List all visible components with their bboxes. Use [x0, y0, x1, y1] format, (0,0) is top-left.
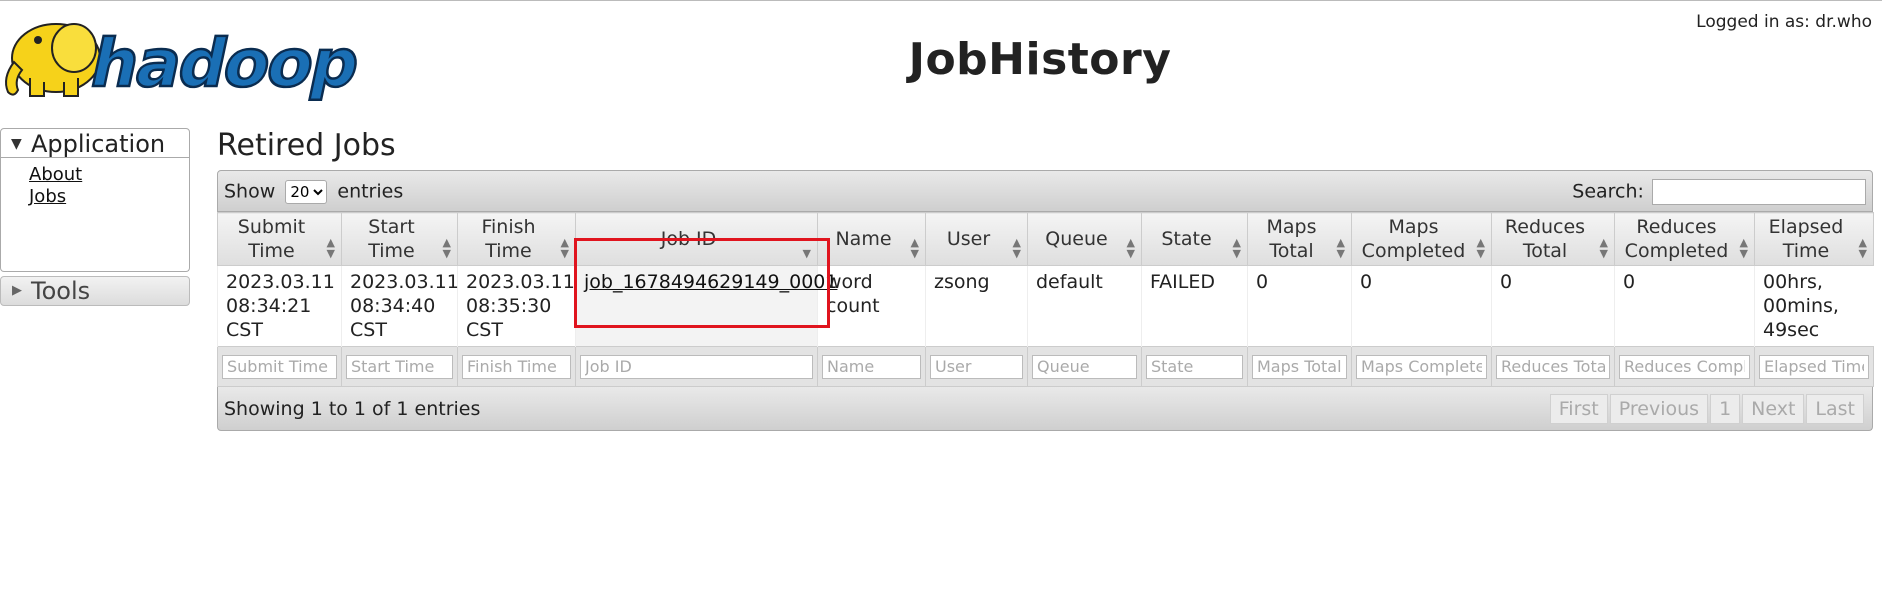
cell-finish-time: 2023.03.11 08:35:30 CST — [457, 265, 576, 347]
jobs-table: Submit Time ▲ ▼ Start Time ▲ ▼ Finish Time ▲ ▼… — [217, 212, 1874, 387]
cell-queue: default — [1027, 265, 1142, 347]
cell-maps-total: 0 — [1247, 265, 1352, 347]
hadoop-wordmark: hadoop — [83, 23, 367, 103]
page-size-control: Show 20 entries — [224, 180, 403, 204]
elephant-icon — [5, 23, 101, 97]
sort-icon: ▲ ▼ — [1739, 236, 1748, 260]
pager-page-1-button[interactable]: 1 — [1710, 394, 1741, 424]
page-size-select[interactable]: 20 — [285, 180, 328, 204]
cell-maps-completed: 0 — [1351, 265, 1492, 347]
cell-name: word count — [817, 265, 926, 347]
cell-start-time: 2023.03.11 08:34:40 CST — [341, 265, 459, 347]
search-label: Search: — [1572, 180, 1644, 203]
sort-icon: ▲ ▼ — [442, 236, 451, 260]
filter-name[interactable] — [822, 354, 921, 379]
filter-job-id[interactable] — [580, 354, 813, 379]
col-reduces-total[interactable]: Reduces Total ▲ ▼ — [1491, 212, 1615, 266]
job-id-link[interactable]: job_1678494629149_0001 — [584, 271, 837, 293]
sort-icon: ▲ ▼ — [1336, 236, 1345, 260]
filter-elapsed-time[interactable] — [1759, 354, 1869, 379]
main-content: Retired Jobs Show 20 entries Search: Sub… — [217, 126, 1874, 431]
pager-previous-button[interactable]: Previous — [1609, 394, 1709, 424]
filter-reduces-total[interactable] — [1496, 354, 1610, 379]
col-job-id[interactable]: Job ID ▼ — [575, 212, 818, 266]
sidebar: ▼ Application About Jobs ▶ Tools — [0, 128, 190, 306]
sort-desc-icon: ▼ — [802, 247, 811, 260]
entries-info: Showing 1 to 1 of 1 entries — [224, 398, 481, 420]
col-submit-time[interactable]: Submit Time ▲ ▼ — [217, 212, 342, 266]
col-finish-time[interactable]: Finish Time ▲ ▼ — [457, 212, 576, 266]
col-queue[interactable]: Queue ▲ ▼ — [1027, 212, 1142, 266]
svg-text:hadoop: hadoop — [84, 25, 365, 102]
page-title: JobHistory — [908, 34, 1172, 85]
entries-label: entries — [337, 180, 404, 203]
show-label: Show — [224, 180, 276, 203]
sort-icon: ▲ ▼ — [910, 236, 919, 260]
filter-finish-time[interactable] — [462, 354, 571, 379]
table-toolbar: Show 20 entries Search: — [217, 170, 1873, 212]
tools-label: Tools — [31, 277, 91, 305]
pagination: First Previous 1 Next Last — [1549, 394, 1864, 424]
col-elapsed-time[interactable]: Elapsed Time ▲ ▼ — [1754, 212, 1874, 266]
cell-job-id: job_1678494629149_0001 — [575, 265, 837, 347]
filter-start-time[interactable] — [346, 354, 453, 379]
filter-maps-total[interactable] — [1252, 354, 1347, 379]
accordion-application-content: About Jobs — [0, 158, 190, 272]
application-label: Application — [31, 130, 166, 158]
sort-icon: ▲ ▼ — [326, 236, 335, 260]
sidebar-link-jobs[interactable]: Jobs — [29, 186, 189, 208]
accordion-tools-header[interactable]: ▶ Tools — [0, 276, 190, 306]
pager-first-button[interactable]: First — [1549, 394, 1608, 424]
pager-last-button[interactable]: Last — [1806, 394, 1864, 424]
triangle-down-icon: ▼ — [11, 136, 22, 152]
accordion-application-header[interactable]: ▼ Application — [0, 128, 190, 158]
sort-icon: ▲ ▼ — [1599, 236, 1608, 260]
cell-submit-time: 2023.03.11 08:34:21 CST — [217, 265, 342, 347]
logged-in-user: Logged in as: dr.who — [1696, 12, 1872, 32]
cell-reduces-completed: 0 — [1614, 265, 1755, 347]
search-control: Search: — [1572, 179, 1866, 205]
sort-icon: ▲ ▼ — [1012, 236, 1021, 260]
cell-elapsed-time: 00hrs, 00mins, 49sec — [1754, 265, 1874, 347]
col-reduces-completed[interactable]: Reduces Completed ▲ ▼ — [1614, 212, 1755, 266]
header: hadoop JobHistory Logged in as: dr.who — [0, 0, 1882, 120]
sort-icon: ▲ ▼ — [1126, 236, 1135, 260]
filter-submit-time[interactable] — [222, 354, 337, 379]
sort-icon: ▲ ▼ — [560, 236, 569, 260]
cell-state: FAILED — [1141, 265, 1248, 347]
filter-state[interactable] — [1146, 354, 1243, 379]
col-maps-total[interactable]: Maps Total ▲ ▼ — [1247, 212, 1352, 266]
section-title: Retired Jobs — [217, 128, 396, 163]
sidebar-link-about[interactable]: About — [29, 164, 189, 186]
filter-queue[interactable] — [1032, 354, 1137, 379]
col-user[interactable]: User ▲ ▼ — [925, 212, 1028, 266]
table-row: 2023.03.11 08:34:21 CST 2023.03.11 08:34… — [217, 265, 1874, 347]
table-header-row: Submit Time ▲ ▼ Start Time ▲ ▼ Finish Time ▲ ▼… — [217, 212, 1874, 266]
sort-icon: ▲ ▼ — [1476, 236, 1485, 260]
pager-next-button[interactable]: Next — [1742, 394, 1805, 424]
triangle-right-icon: ▶ — [12, 283, 22, 298]
filter-reduces-completed[interactable] — [1619, 354, 1750, 379]
col-maps-completed[interactable]: Maps Completed ▲ ▼ — [1351, 212, 1492, 266]
table-footer-bar: Showing 1 to 1 of 1 entries First Previo… — [217, 387, 1873, 431]
col-state[interactable]: State ▲ ▼ — [1141, 212, 1248, 266]
filter-user[interactable] — [930, 354, 1023, 379]
col-name[interactable]: Name ▲ ▼ — [817, 212, 926, 266]
cell-user: zsong — [925, 265, 1028, 347]
cell-reduces-total: 0 — [1491, 265, 1615, 347]
filter-maps-completed[interactable] — [1356, 354, 1487, 379]
sort-icon: ▲ ▼ — [1858, 236, 1867, 260]
search-input[interactable] — [1652, 179, 1866, 205]
col-start-time[interactable]: Start Time ▲ ▼ — [341, 212, 458, 266]
sort-icon: ▲ ▼ — [1232, 236, 1241, 260]
filter-row — [217, 346, 1874, 387]
hadoop-logo[interactable]: hadoop — [0, 8, 370, 104]
